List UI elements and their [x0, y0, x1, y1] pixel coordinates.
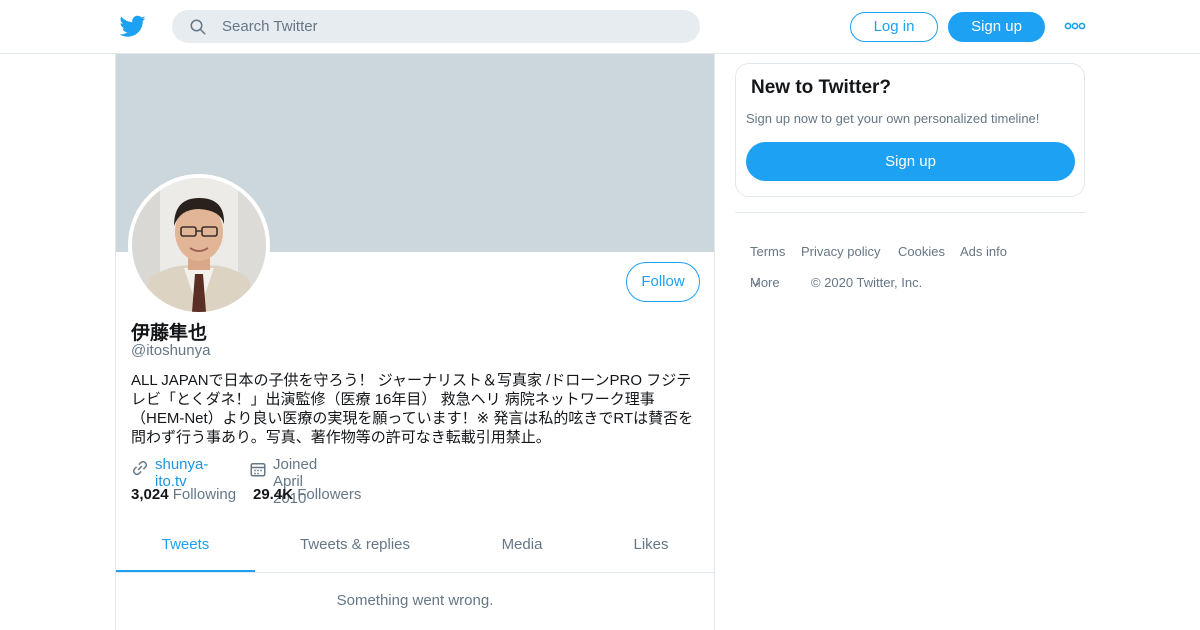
footer-link-ads-info[interactable]: Ads info — [960, 244, 1007, 259]
twitter-bird-logo-icon[interactable] — [120, 13, 146, 39]
timeline-error-message: Something went wrong. — [336, 592, 494, 609]
footer-more-menu[interactable]: More — [750, 275, 780, 290]
sidebar-divider — [735, 212, 1085, 213]
new-to-twitter-card: New to Twitter? Sign up now to get your … — [735, 63, 1085, 197]
footer-link-terms[interactable]: Terms — [750, 244, 785, 259]
profile-website-link[interactable]: shunya-ito.tv — [155, 456, 208, 490]
search-input[interactable] — [222, 10, 682, 43]
bio-line: ALL JAPANで日本の子供を守ろう！ ジャーナリスト＆写真家 /ドローンPR… — [131, 372, 692, 389]
card-subtitle: Sign up now to get your own personalized… — [746, 111, 1040, 126]
link-icon — [132, 460, 148, 476]
top-navigation-bar: Log in Sign up — [0, 0, 1200, 54]
following-label: Following — [172, 486, 237, 503]
follow-button[interactable]: Follow — [626, 262, 700, 302]
profile-display-name: 伊藤隼也 — [131, 323, 208, 344]
following-stat[interactable]: 3,024 Following — [131, 486, 236, 503]
profile-handle: @itoshunya — [131, 342, 211, 359]
calendar-icon — [250, 463, 266, 477]
tab-media[interactable]: Media — [476, 520, 568, 572]
footer-link-privacy[interactable]: Privacy policy — [801, 244, 880, 259]
tab-tweets[interactable]: Tweets — [116, 520, 255, 572]
tab-likes[interactable]: Likes — [610, 520, 692, 572]
footer-link-cookies[interactable]: Cookies — [898, 244, 945, 259]
followers-stat[interactable]: 29.4K Followers — [253, 486, 361, 503]
login-button[interactable]: Log in — [850, 12, 938, 42]
signup-button[interactable]: Sign up — [948, 12, 1045, 42]
followers-label: Followers — [297, 486, 362, 503]
footer-more-label: More — [750, 275, 780, 290]
avatar-photo — [132, 178, 266, 312]
bio-line: 問わず行う事あり。写真、著作物等の許可なき転載引用禁止。 — [131, 429, 551, 446]
search-bar[interactable] — [172, 10, 700, 43]
search-icon — [190, 19, 206, 35]
bio-line: （HEM-Net）より良い医療の実現を願っています！※ 発言は私的呟きでRTは賛… — [131, 410, 694, 427]
avatar[interactable] — [128, 174, 270, 316]
bio-line: レビ「とくダネ！」出演監修（医療 16年目） 救急ヘリ 病院ネットワーク理事 — [131, 391, 655, 408]
footer-copyright: © 2020 Twitter, Inc. — [811, 275, 923, 290]
profile-bio: ALL JAPANで日本の子供を守ろう！ ジャーナリスト＆写真家 /ドローンPR… — [131, 371, 703, 447]
tab-tweets-and-replies[interactable]: Tweets & replies — [276, 520, 434, 572]
sidebar-signup-button[interactable]: Sign up — [746, 142, 1075, 181]
more-options-icon[interactable] — [1064, 19, 1086, 33]
followers-count: 29.4K — [253, 486, 294, 503]
following-count: 3,024 — [131, 486, 169, 503]
profile-tabs: Tweets Tweets & replies Media Likes — [116, 520, 714, 573]
profile-column: Follow 伊藤隼也 @itoshunya ALL JAPANで日本の子供を守… — [115, 54, 715, 630]
card-title: New to Twitter? — [751, 77, 892, 98]
